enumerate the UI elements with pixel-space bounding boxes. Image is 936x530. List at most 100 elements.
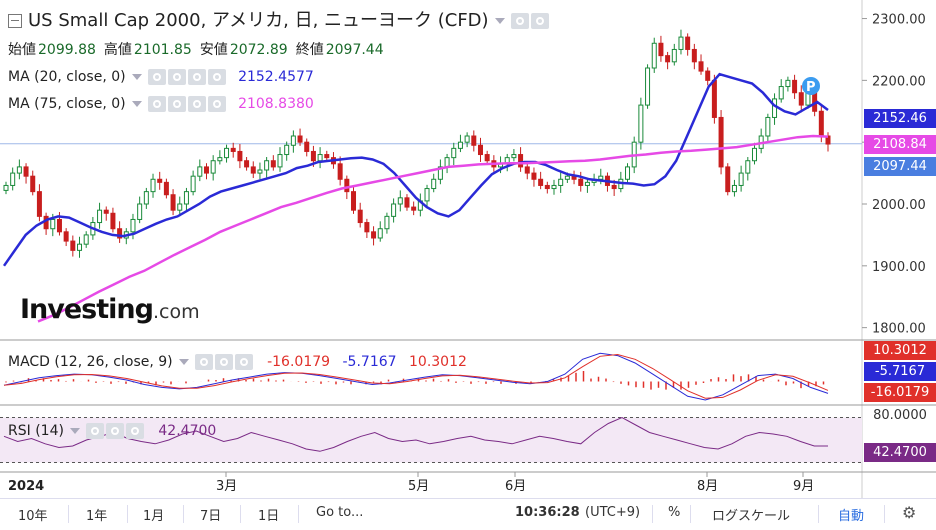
rsi-settings-icon[interactable] (105, 423, 124, 439)
candle-body (371, 231, 377, 239)
title-dropdown-icon[interactable] (494, 18, 505, 24)
bottom-toolbar: 10年 1年 1月 7日 1日 Go to... 10:36:28 (UTC+9… (0, 498, 936, 530)
ma20-visibility-icon[interactable] (147, 69, 166, 85)
macd-settings-icon[interactable] (214, 354, 233, 370)
logo-main: Investing (20, 294, 154, 325)
goto-button[interactable]: Go to... (316, 505, 363, 520)
macd-close-icon[interactable] (234, 354, 253, 370)
candle-body (444, 157, 450, 168)
candle-body (611, 184, 617, 190)
ma20-label: MA (20, close, 0) (8, 69, 126, 85)
chart-root: 1800.001900.002000.002100.002200.002300.… (0, 0, 936, 530)
rsi-value-tag: 42.4700 (864, 443, 936, 462)
candle-body (778, 86, 784, 100)
ma75-dropdown-icon[interactable] (131, 101, 142, 107)
macd-hist-tag: 10.3012 (864, 341, 936, 360)
candle-body (297, 135, 303, 143)
chart-settings-gear-icon[interactable]: ⚙ (902, 503, 916, 522)
ma75-value: 2108.8380 (238, 96, 314, 112)
ma75-close-icon[interactable] (187, 96, 206, 112)
ma20-settings-icon[interactable] (167, 69, 186, 85)
candle-body (511, 154, 517, 159)
rsi-dropdown-icon[interactable] (69, 428, 80, 434)
candle-body (177, 203, 183, 211)
range-1d-button[interactable]: 1日 (258, 505, 279, 524)
candle-body (190, 175, 196, 193)
range-10y-button[interactable]: 10年 (18, 505, 48, 524)
ohlc-label: 始値 (8, 42, 36, 58)
chart-title: US Small Cap 2000, アメリカ, 日, ニューヨーク (CFD) (28, 10, 489, 31)
price-axis-tick-label: 1800.00 (872, 322, 926, 337)
candle-body (464, 135, 470, 143)
macd-hist-value: 10.3012 (409, 354, 467, 370)
candle-body (564, 175, 570, 180)
candle-body (270, 160, 276, 168)
candle-body (404, 197, 410, 208)
macd-legend[interactable]: MACD (12, 26, close, 9) -16.0179 -5.7167… (8, 354, 467, 370)
rsi-visibility-icon[interactable] (85, 423, 104, 439)
auto-scale-button[interactable]: 自動 (838, 505, 864, 524)
x-axis-month-label: 6月 (505, 479, 526, 494)
macd-visibility-icon[interactable] (194, 354, 213, 370)
candle-body (518, 154, 524, 168)
candle-body (691, 48, 697, 63)
rsi-legend[interactable]: RSI (14) 42.4700 (8, 423, 216, 439)
candle-body (210, 160, 216, 174)
range-1m-button[interactable]: 1月 (143, 505, 164, 524)
candle-body (431, 178, 437, 190)
candle-body (578, 178, 584, 186)
ma75-remove-icon[interactable] (207, 96, 226, 112)
range-7d-button[interactable]: 7日 (200, 505, 221, 524)
candle-body (250, 166, 256, 174)
price-axis-tick-label: 1900.00 (872, 260, 926, 275)
candle-body (671, 48, 677, 63)
candle-body (163, 181, 169, 196)
candle-body (10, 172, 16, 186)
candle-body (625, 166, 631, 180)
collapse-icon[interactable] (8, 14, 22, 28)
ma20-remove-icon[interactable] (207, 69, 226, 85)
gear-icon[interactable] (530, 13, 549, 29)
candle-body (324, 154, 330, 159)
candle-body (598, 175, 604, 180)
log-scale-button[interactable]: ログスケール (712, 505, 790, 524)
candle-body (257, 169, 263, 174)
range-1y-button[interactable]: 1年 (86, 505, 107, 524)
candle-body (698, 61, 704, 72)
ohlc-label: 安値 (199, 42, 228, 58)
ma20-close-icon[interactable] (187, 69, 206, 85)
settings-icon[interactable] (510, 13, 529, 29)
macd-line-tag: -16.0179 (864, 383, 936, 402)
candle-body (364, 222, 370, 233)
candle-body (130, 218, 136, 233)
ma75-visibility-icon[interactable] (147, 96, 166, 112)
percent-button[interactable]: % (668, 505, 680, 520)
investing-logo: Investing.com (20, 294, 200, 328)
candle-body (110, 212, 116, 230)
candle-body (30, 175, 36, 193)
candle-body (785, 79, 791, 88)
candle-body (23, 166, 29, 177)
ma20-dropdown-icon[interactable] (131, 74, 142, 80)
candle-body (477, 144, 483, 156)
macd-dropdown-icon[interactable] (178, 359, 189, 365)
candle-body (290, 135, 296, 146)
x-axis-month-label: 8月 (697, 479, 718, 494)
ohlc-value: 2099.88 (38, 42, 96, 58)
candle-body (725, 166, 731, 193)
candle-body (277, 154, 283, 168)
ma75-settings-icon[interactable] (167, 96, 186, 112)
candle-body (424, 188, 430, 202)
candle-body (551, 184, 557, 190)
candle-body (651, 42, 657, 69)
candle-body (264, 160, 270, 171)
candle-body (237, 150, 243, 162)
rsi-close-icon[interactable] (125, 423, 144, 439)
candle-body (658, 42, 664, 57)
candle-body (538, 178, 544, 186)
price-axis-tick-label: 2300.00 (872, 13, 926, 28)
ma20-legend[interactable]: MA (20, close, 0) 2152.4577 (8, 69, 314, 85)
clock-timezone[interactable]: (UTC+9) (585, 505, 640, 520)
candle-body (544, 184, 550, 190)
ma75-legend[interactable]: MA (75, close, 0) 2108.8380 (8, 96, 314, 112)
